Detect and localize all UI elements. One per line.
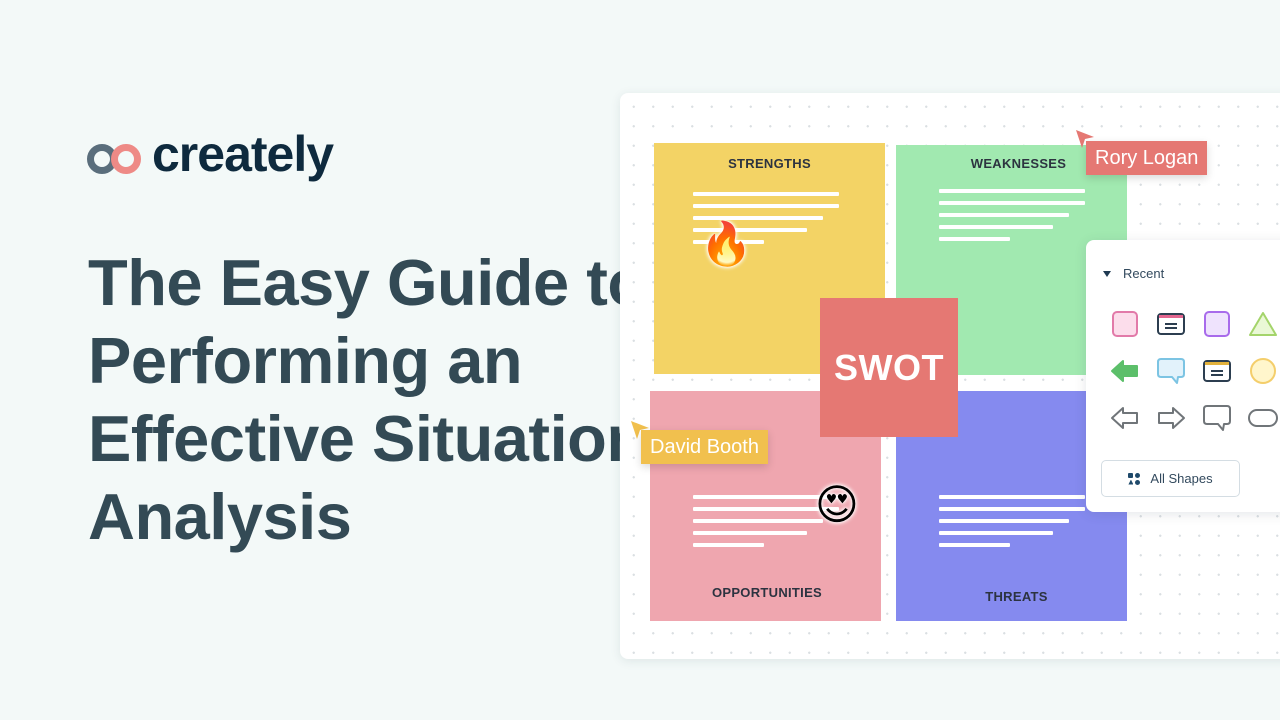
shapes-grid-icon (1128, 472, 1141, 485)
heart-eyes-emoji-icon: 😍 (815, 481, 859, 528)
outline-speech-bubble-icon (1203, 404, 1231, 431)
fire-emoji-icon: 🔥 (700, 220, 753, 267)
brand-name: creately (152, 126, 334, 182)
green-left-arrow-icon (1111, 359, 1138, 382)
caret-down-icon (1103, 270, 1111, 277)
shape-outline-left-arrow[interactable] (1102, 394, 1148, 441)
green-triangle-icon (1249, 311, 1277, 336)
shape-blue-speech-bubble[interactable] (1148, 347, 1194, 394)
quadrant-title: STRENGTHS (728, 156, 811, 171)
shape-pink-rectangle[interactable] (1102, 300, 1148, 347)
text-placeholder-lines (939, 495, 1085, 555)
outline-left-arrow-icon (1111, 406, 1138, 429)
all-shapes-button[interactable]: All Shapes (1101, 460, 1240, 497)
logo-ring-right (111, 144, 141, 174)
creately-logo[interactable]: creately (86, 126, 334, 184)
purple-rectangle-icon (1204, 310, 1230, 337)
diagram-canvas[interactable]: STRENGTHS 🔥 WEAKNESSES 😍 OPPORTUNITIES T… (620, 93, 1280, 659)
headline-line: Effective Situation (88, 402, 646, 475)
shape-pink-window-card[interactable] (1148, 300, 1194, 347)
blue-speech-bubble-icon (1157, 357, 1185, 384)
quadrant-title: THREATS (985, 589, 1048, 604)
creately-logo-icon (86, 138, 146, 178)
shape-green-left-arrow[interactable] (1102, 347, 1148, 394)
shape-outline-speech-bubble[interactable] (1194, 394, 1240, 441)
page-headline: The Easy Guide to Performing an Effectiv… (88, 244, 648, 556)
pink-rectangle-icon (1112, 310, 1138, 337)
shape-outline-right-arrow[interactable] (1148, 394, 1194, 441)
yellow-window-card-icon (1203, 359, 1231, 382)
all-shapes-label: All Shapes (1150, 471, 1213, 486)
swot-center-label[interactable]: SWOT (820, 298, 958, 437)
shape-outline-rounded-rectangle[interactable] (1240, 394, 1280, 441)
outline-rounded-rectangle-icon (1248, 408, 1278, 427)
headline-line: Analysis (88, 480, 352, 553)
shape-yellow-circle[interactable] (1240, 347, 1280, 394)
shape-green-triangle[interactable] (1240, 300, 1280, 347)
shape-purple-rectangle[interactable] (1194, 300, 1240, 347)
recent-shapes-grid (1102, 300, 1280, 441)
shape-yellow-window-card[interactable] (1194, 347, 1240, 394)
headline-line: Performing an (88, 324, 523, 397)
headline-line: The Easy Guide to (88, 246, 647, 319)
yellow-circle-icon (1250, 357, 1276, 384)
recent-section-label: Recent (1123, 266, 1165, 281)
pink-window-card-icon (1157, 312, 1185, 335)
outline-right-arrow-icon (1158, 406, 1185, 429)
collaborator-label-david-booth: David Booth (641, 430, 768, 464)
text-placeholder-lines (939, 189, 1085, 249)
recent-section-toggle[interactable]: Recent (1103, 266, 1164, 281)
shapes-panel: Recent All Shapes (1086, 240, 1280, 512)
quadrant-title: OPPORTUNITIES (711, 585, 823, 600)
collaborator-label-rory-logan: Rory Logan (1086, 141, 1208, 175)
